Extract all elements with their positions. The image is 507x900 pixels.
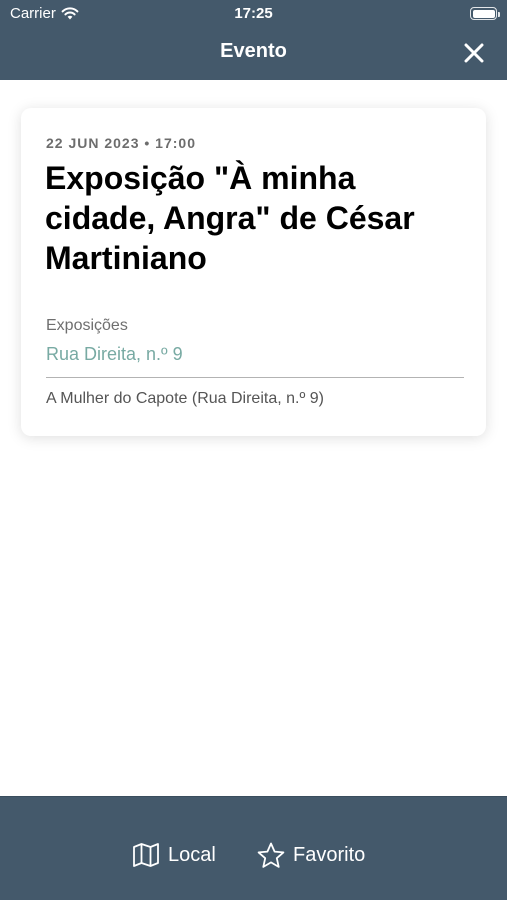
event-address-link[interactable]: Rua Direita, n.º 9 <box>46 344 183 365</box>
local-button[interactable]: Local <box>132 842 216 868</box>
event-title: Exposição "À minha cidade, Angra" de Cés… <box>45 160 415 276</box>
local-label: Local <box>168 843 216 866</box>
status-bar: Carrier 17:25 <box>0 0 507 28</box>
battery-icon <box>470 7 500 20</box>
map-icon <box>133 843 159 867</box>
event-venue: A Mulher do Capote (Rua Direita, n.º 9) <box>46 390 324 407</box>
card-divider <box>46 377 464 378</box>
favorito-button[interactable]: Favorito <box>257 842 365 869</box>
favorito-label: Favorito <box>293 844 366 866</box>
star-icon <box>257 842 285 868</box>
event-detail-screen: Carrier 17:25 Evento 22 JUN 2023 • 17:00… <box>0 0 507 900</box>
event-category: Exposições <box>46 317 128 334</box>
nav-title: Evento <box>220 40 287 62</box>
top-bar: Carrier 17:25 Evento <box>0 0 507 80</box>
event-datetime: 22 JUN 2023 • 17:00 <box>46 135 196 151</box>
event-card: 22 JUN 2023 • 17:00 Exposição "À minha c… <box>21 108 486 436</box>
close-button[interactable] <box>461 40 487 66</box>
close-icon <box>464 43 484 63</box>
bottom-toolbar: Local Favorito <box>0 796 507 900</box>
status-time: 17:25 <box>234 5 273 22</box>
